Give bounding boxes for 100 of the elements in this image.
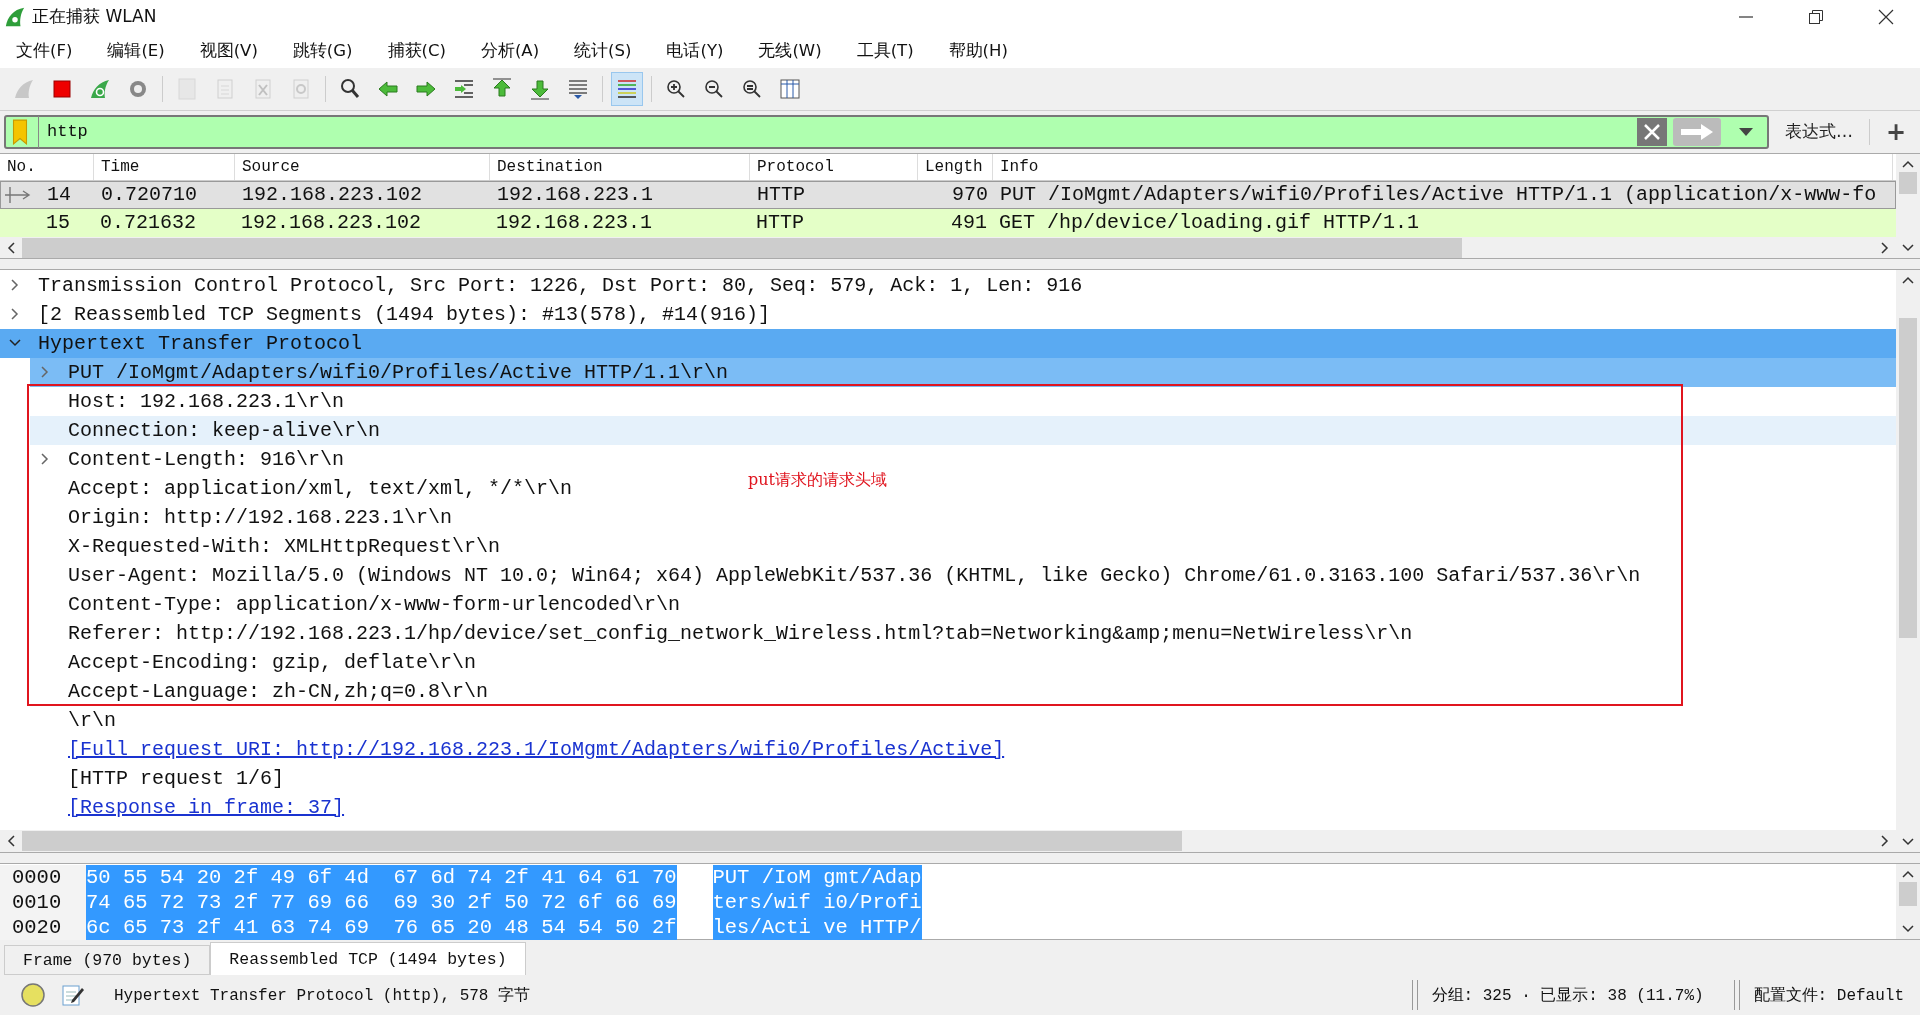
detail-row[interactable]: Accept-Language: zh-CN,zh;q=0.8\r\n xyxy=(30,676,489,706)
byte-offset: 0010 xyxy=(0,890,86,916)
window-title: 正在捕获 WLAN xyxy=(32,5,157,29)
table-cell-text: PUT /IoMgmt/Adapters/wifi0/Profiles/Active HTTP/1.1 (application/x-www-fo xyxy=(999,183,1878,207)
detail-row[interactable]: Referer: http://192.168.223.1/hp/device/set_config_network_Wireless.html?tab=Networking&amp;menu=NetWireless\r\n xyxy=(30,618,1413,648)
detail-row[interactable]: Content-Type: application/x-www-form-urlencoded\r\n xyxy=(30,589,681,619)
field-text: \r\n xyxy=(67,708,116,732)
collapsed-chevron-icon[interactable] xyxy=(39,366,51,379)
collapsed-chevron-icon[interactable] xyxy=(9,279,21,292)
scroll-right-icon[interactable] xyxy=(1881,241,1889,254)
clear-filter-button[interactable] xyxy=(1636,117,1667,146)
column-header[interactable]: Time xyxy=(94,153,235,180)
field-text: X-Requested-With: XMLHttpRequest\r\n xyxy=(67,534,501,558)
collapsed-chevron-icon[interactable] xyxy=(9,308,21,321)
detail-row[interactable]: \r\n xyxy=(30,705,116,735)
field-link[interactable]: [Full request URI: http://192.168.223.1/IoMgmt/Adapters/wifi0/Profiles/Active] xyxy=(60,737,1005,761)
detail-row[interactable]: X-Requested-With: XMLHttpRequest\r\n xyxy=(30,531,501,561)
table-cell: 14 xyxy=(47,183,71,207)
scrollbar-thumb[interactable] xyxy=(22,237,1462,258)
detail-row[interactable]: [Response in frame: 37] xyxy=(30,792,345,822)
scrollbar-thumb[interactable] xyxy=(1899,882,1917,907)
menu-item[interactable]: 统计(S) xyxy=(564,36,642,65)
status-circle-icon[interactable] xyxy=(20,982,46,1008)
scrollbar-thumb[interactable] xyxy=(22,831,1182,852)
table-cell-text: 192.168.223.1 xyxy=(496,183,655,207)
field-text: Accept-Encoding: gzip, deflate\r\n xyxy=(67,650,477,674)
dropdown-caret-icon[interactable] xyxy=(1738,127,1753,136)
profile-label[interactable]: 配置文件: Default xyxy=(1753,984,1904,1006)
detail-row[interactable]: Accept-Encoding: gzip, deflate\r\n xyxy=(30,647,477,677)
field-link[interactable]: [Response in frame: 37] xyxy=(60,795,345,819)
add-filter-button[interactable]: + xyxy=(1875,113,1916,150)
field-text: Origin: http://192.168.223.1\r\n xyxy=(67,505,453,529)
scrollbar-thumb[interactable] xyxy=(1899,171,1917,194)
column-header[interactable]: Destination xyxy=(490,153,750,180)
menu-item[interactable]: 视图(V) xyxy=(189,36,268,65)
close-icon xyxy=(1641,121,1662,142)
menu-item[interactable]: 分析(A) xyxy=(470,36,550,65)
scroll-up-icon[interactable] xyxy=(1902,870,1914,879)
field-text: PUT /IoMgmt/Adapters/wifi0/Profiles/Active HTTP/1.1\r\n xyxy=(67,360,729,384)
scroll-up-icon[interactable] xyxy=(1902,275,1914,284)
menu-item[interactable]: 无线(W) xyxy=(748,36,832,65)
scroll-down-icon[interactable] xyxy=(1902,925,1914,934)
detail-row[interactable]: Host: 192.168.223.1\r\n xyxy=(30,386,345,416)
menu-item[interactable]: 编辑(E) xyxy=(97,36,175,65)
detail-row[interactable]: [2 Reassembled TCP Segments (1494 bytes): #13(578), #14(916)] xyxy=(0,299,771,329)
edit-note-icon[interactable] xyxy=(60,982,86,1008)
detail-row[interactable]: Content-Length: 916\r\n xyxy=(30,444,345,474)
scroll-up-icon[interactable] xyxy=(1902,159,1914,168)
field-text: Content-Length: 916\r\n xyxy=(67,447,345,471)
menu-item[interactable]: 跳转(G) xyxy=(282,36,363,65)
detail-row[interactable]: Connection: keep-alive\r\n xyxy=(30,415,1896,445)
app-icon xyxy=(4,5,26,28)
field-text: User-Agent: Mozilla/5.0 (Windows NT 10.0; Win64; x64) AppleWebKit/537.36 (KHTML, like Gecko) Chrome/61.0.3163.100 Safari/537.36\r\n xyxy=(67,563,1641,587)
table-cell-text: GET /hp/device/loading.gif HTTP/1.1 xyxy=(998,211,1421,235)
field-text: Referer: http://192.168.223.1/hp/device/set_config_network_Wireless.html?tab=Networking&amp;menu=NetWireless\r\n xyxy=(67,621,1413,645)
column-header[interactable]: No. xyxy=(0,153,94,180)
packet-row[interactable]: 14 0.720710 192.168.223.102 192.168.223.1 HTTP 970 PUT /IoMgmt/Adapters/wifi0/Profiles/Active HTTP/1.1 (application/x-www-fo xyxy=(0,180,1896,209)
column-header[interactable]: Protocol xyxy=(750,153,918,180)
field-text: Host: 192.168.223.1\r\n xyxy=(67,389,345,413)
table-cell-text: 491 xyxy=(950,211,988,235)
tab[interactable]: Frame (970 bytes) xyxy=(4,945,211,976)
detail-row[interactable]: [HTTP request 1/6] xyxy=(30,763,285,793)
detail-row[interactable]: User-Agent: Mozilla/5.0 (Windows NT 10.0; Win64; x64) AppleWebKit/537.36 (KHTML, like Gecko) Chrome/61.0.3163.100 Safari/537.36\r\n xyxy=(30,560,1641,590)
scroll-right-icon[interactable] xyxy=(1881,835,1889,848)
detail-row[interactable]: [Full request URI: http://192.168.223.1/IoMgmt/Adapters/wifi0/Profiles/Active] xyxy=(30,734,1005,764)
table-cell-text: 970 xyxy=(951,183,989,207)
menu-item[interactable]: 帮助(H) xyxy=(938,36,1018,65)
column-header[interactable]: Source xyxy=(235,153,490,180)
table-cell-text: 0.721632 xyxy=(99,211,197,235)
menu-item[interactable]: 文件(F) xyxy=(6,36,83,65)
table-cell-text: 192.168.223.102 xyxy=(240,211,423,235)
menu-item[interactable]: 电话(Y) xyxy=(656,36,734,65)
field-text: Connection: keep-alive\r\n xyxy=(67,418,381,442)
field-text: [HTTP request 1/6] xyxy=(67,766,285,790)
packet-count: 分组: 325 · 已显示: 38 (11.7%) xyxy=(1431,985,1704,1006)
detail-row[interactable]: Transmission Control Protocol, Src Port: 1226, Dst Port: 80, Seq: 579, Ack: 1, Len: 916 xyxy=(0,270,1083,300)
menu-item[interactable]: 工具(T) xyxy=(846,36,924,65)
detail-row[interactable]: Accept: application/xml, text/xml, */*\r\n xyxy=(30,473,573,503)
field-text: Hypertext Transfer Protocol xyxy=(37,331,363,355)
detail-row[interactable]: Origin: http://192.168.223.1\r\n xyxy=(30,502,453,532)
tab[interactable]: Reassembled TCP (1494 bytes) xyxy=(210,942,526,976)
menu-item[interactable]: 捕获(C) xyxy=(377,36,456,65)
scrollbar-thumb[interactable] xyxy=(1899,317,1917,638)
scroll-down-icon[interactable] xyxy=(1902,838,1914,847)
columns-icon xyxy=(778,76,802,101)
byte-offset: 0000 xyxy=(0,865,86,891)
field-text: [2 Reassembled TCP Segments (1494 bytes): #13(578), #14(916)] xyxy=(37,302,771,326)
collapsed-chevron-icon[interactable] xyxy=(39,453,51,466)
column-header[interactable]: Length xyxy=(918,153,993,180)
scroll-down-icon[interactable] xyxy=(1902,243,1914,252)
field-text: Transmission Control Protocol, Src Port: 1226, Dst Port: 80, Seq: 579, Ack: 1, Len: 916 xyxy=(37,273,1083,297)
detail-row[interactable]: Hypertext Transfer Protocol xyxy=(0,328,1896,358)
field-text: Accept: application/xml, text/xml, */*\r\n xyxy=(67,476,573,500)
packet-row[interactable]: 15 0.721632 192.168.223.102 192.168.223.1 HTTP 491 GET /hp/device/loading.gif HTTP/1.1 xyxy=(0,208,1896,237)
scroll-left-icon[interactable] xyxy=(7,241,15,254)
toolbar-button[interactable] xyxy=(611,71,643,106)
expression-button[interactable]: 表达式… xyxy=(1774,116,1863,148)
table-cell-text: 0.720710 xyxy=(100,183,198,207)
scroll-left-icon[interactable] xyxy=(7,835,15,848)
column-header[interactable]: Info xyxy=(993,153,1893,180)
